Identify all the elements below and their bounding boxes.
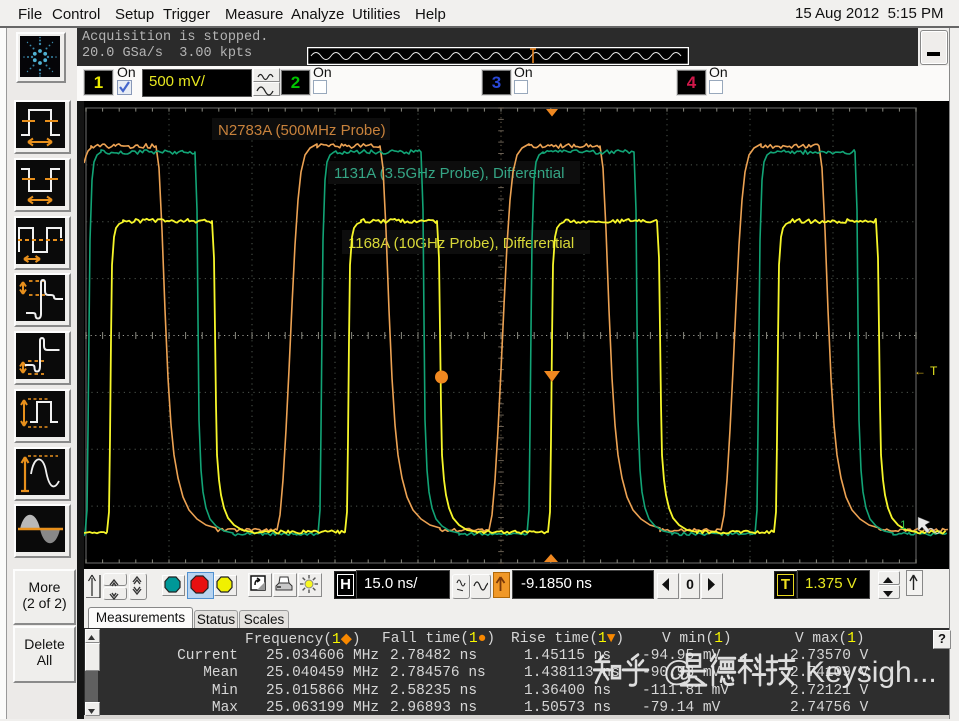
- svg-text:Keysigh...: Keysigh...: [805, 656, 937, 689]
- svg-text:@: @: [663, 656, 692, 688]
